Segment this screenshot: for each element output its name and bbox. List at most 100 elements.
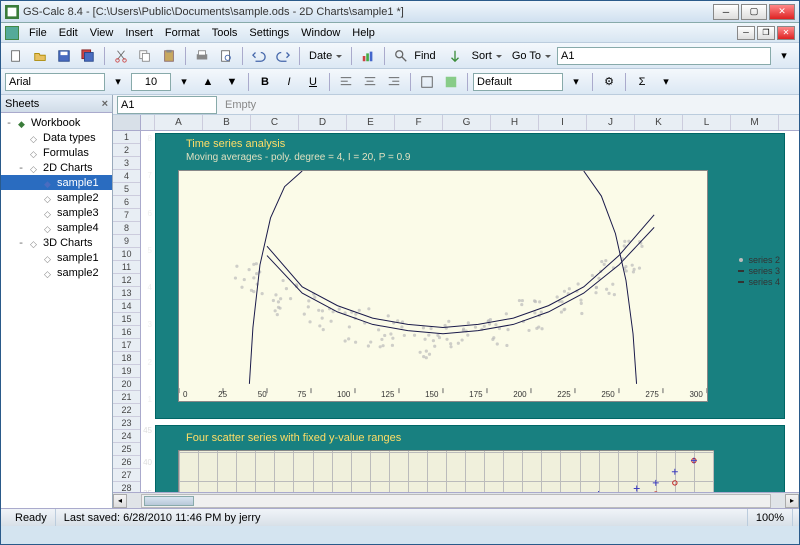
tree-node-sample1-9[interactable]: sample1 xyxy=(1,250,112,265)
scroll-thumb[interactable] xyxy=(144,496,194,506)
sum-dropdown-icon[interactable]: ▾ xyxy=(655,72,677,92)
bold-button[interactable]: B xyxy=(254,72,276,92)
row-header-14[interactable]: 14 xyxy=(113,300,140,313)
mdi-restore-button[interactable]: ❐ xyxy=(757,26,775,40)
redo-button[interactable] xyxy=(272,46,294,66)
col-header-B[interactable]: B xyxy=(203,115,251,130)
row-header-17[interactable]: 17 xyxy=(113,339,140,352)
border-button[interactable] xyxy=(416,72,438,92)
date-dropdown[interactable]: Date xyxy=(305,50,346,62)
horizontal-scrollbar[interactable]: ◂ ▸ xyxy=(113,492,799,508)
align-right-button[interactable] xyxy=(383,72,405,92)
tree-node-formulas-2[interactable]: Formulas xyxy=(1,145,112,160)
find-label[interactable]: Find xyxy=(414,50,441,62)
menu-help[interactable]: Help xyxy=(346,25,381,41)
sort-icon[interactable] xyxy=(444,46,466,66)
new-button[interactable] xyxy=(5,46,27,66)
col-header-K[interactable]: K xyxy=(635,115,683,130)
style-combo[interactable] xyxy=(473,73,563,91)
address-field[interactable] xyxy=(557,47,771,65)
font-combo[interactable] xyxy=(5,73,105,91)
open-button[interactable] xyxy=(29,46,51,66)
cells-canvas[interactable]: Time series analysis Moving averages - p… xyxy=(141,131,799,492)
copy-button[interactable] xyxy=(134,46,156,66)
style-dropdown-icon[interactable]: ▾ xyxy=(565,72,587,92)
row-header-8[interactable]: 8 xyxy=(113,222,140,235)
row-header-15[interactable]: 15 xyxy=(113,313,140,326)
menu-settings[interactable]: Settings xyxy=(243,25,295,41)
menu-format[interactable]: Format xyxy=(159,25,206,41)
goto-dropdown[interactable]: Go To xyxy=(508,50,555,62)
row-header-28[interactable]: 28 xyxy=(113,482,140,492)
row-header-4[interactable]: 4 xyxy=(113,170,140,183)
col-header-I[interactable]: I xyxy=(539,115,587,130)
maximize-button[interactable]: ▢ xyxy=(741,4,767,20)
tree-node-sample3-6[interactable]: sample3 xyxy=(1,205,112,220)
row-header-10[interactable]: 10 xyxy=(113,248,140,261)
row-header-27[interactable]: 27 xyxy=(113,469,140,482)
menu-file[interactable]: File xyxy=(23,25,53,41)
col-header-L[interactable]: L xyxy=(683,115,731,130)
print-preview-button[interactable] xyxy=(215,46,237,66)
tree-node-sample2-5[interactable]: sample2 xyxy=(1,190,112,205)
sheets-panel-close-icon[interactable]: × xyxy=(102,98,108,110)
settings-gear-icon[interactable]: ⚙ xyxy=(598,72,620,92)
row-header-21[interactable]: 21 xyxy=(113,391,140,404)
chart-button[interactable] xyxy=(357,46,379,66)
underline-button[interactable]: U xyxy=(302,72,324,92)
fontsize-dropdown-icon[interactable]: ▾ xyxy=(173,72,195,92)
row-header-16[interactable]: 16 xyxy=(113,326,140,339)
fill-button[interactable] xyxy=(440,72,462,92)
cell-reference-box[interactable] xyxy=(117,96,217,114)
fontsize-dec-button[interactable]: ▼ xyxy=(221,72,243,92)
mdi-minimize-button[interactable]: ─ xyxy=(737,26,755,40)
row-header-13[interactable]: 13 xyxy=(113,287,140,300)
fontsize-combo[interactable] xyxy=(131,73,171,91)
row-header-24[interactable]: 24 xyxy=(113,430,140,443)
menu-edit[interactable]: Edit xyxy=(53,25,84,41)
row-header-2[interactable]: 2 xyxy=(113,144,140,157)
row-header-6[interactable]: 6 xyxy=(113,196,140,209)
print-button[interactable] xyxy=(191,46,213,66)
menu-tools[interactable]: Tools xyxy=(206,25,244,41)
address-dropdown-icon[interactable]: ▾ xyxy=(773,46,795,66)
row-header-3[interactable]: 3 xyxy=(113,157,140,170)
save-button[interactable] xyxy=(53,46,75,66)
col-header-A[interactable]: A xyxy=(155,115,203,130)
col-header-G[interactable]: G xyxy=(443,115,491,130)
tree-node-data-types-1[interactable]: Data types xyxy=(1,130,112,145)
sort-dropdown[interactable]: Sort xyxy=(468,50,506,62)
row-header-1[interactable]: 1 xyxy=(113,131,140,144)
col-header-F[interactable]: F xyxy=(395,115,443,130)
align-left-button[interactable] xyxy=(335,72,357,92)
row-header-25[interactable]: 25 xyxy=(113,443,140,456)
row-header-22[interactable]: 22 xyxy=(113,404,140,417)
find-icon[interactable] xyxy=(390,46,412,66)
sheets-tree[interactable]: -Workbook Data types Formulas-2D Charts … xyxy=(1,113,112,508)
col-header-J[interactable]: J xyxy=(587,115,635,130)
italic-button[interactable]: I xyxy=(278,72,300,92)
chart-scatter-ranges[interactable]: Four scatter series with fixed y-value r… xyxy=(155,425,785,492)
row-header-18[interactable]: 18 xyxy=(113,352,140,365)
select-all-corner[interactable] xyxy=(113,115,140,131)
row-header-5[interactable]: 5 xyxy=(113,183,140,196)
col-header-M[interactable]: M xyxy=(731,115,779,130)
row-header-26[interactable]: 26 xyxy=(113,456,140,469)
menu-insert[interactable]: Insert xyxy=(119,25,159,41)
tree-node-2d-charts-3[interactable]: -2D Charts xyxy=(1,160,112,175)
scroll-left-button[interactable]: ◂ xyxy=(113,494,127,508)
menu-window[interactable]: Window xyxy=(295,25,346,41)
paste-button[interactable] xyxy=(158,46,180,66)
col-header-D[interactable]: D xyxy=(299,115,347,130)
chart-time-series[interactable]: Time series analysis Moving averages - p… xyxy=(155,133,785,419)
col-header-C[interactable]: C xyxy=(251,115,299,130)
col-header-H[interactable]: H xyxy=(491,115,539,130)
column-headers[interactable]: ABCDEFGHIJKLM xyxy=(141,115,799,131)
tree-node-3d-charts-8[interactable]: -3D Charts xyxy=(1,235,112,250)
fontsize-inc-button[interactable]: ▲ xyxy=(197,72,219,92)
row-header-9[interactable]: 9 xyxy=(113,235,140,248)
row-header-20[interactable]: 20 xyxy=(113,378,140,391)
align-center-button[interactable] xyxy=(359,72,381,92)
font-dropdown-icon[interactable]: ▾ xyxy=(107,72,129,92)
cut-button[interactable] xyxy=(110,46,132,66)
